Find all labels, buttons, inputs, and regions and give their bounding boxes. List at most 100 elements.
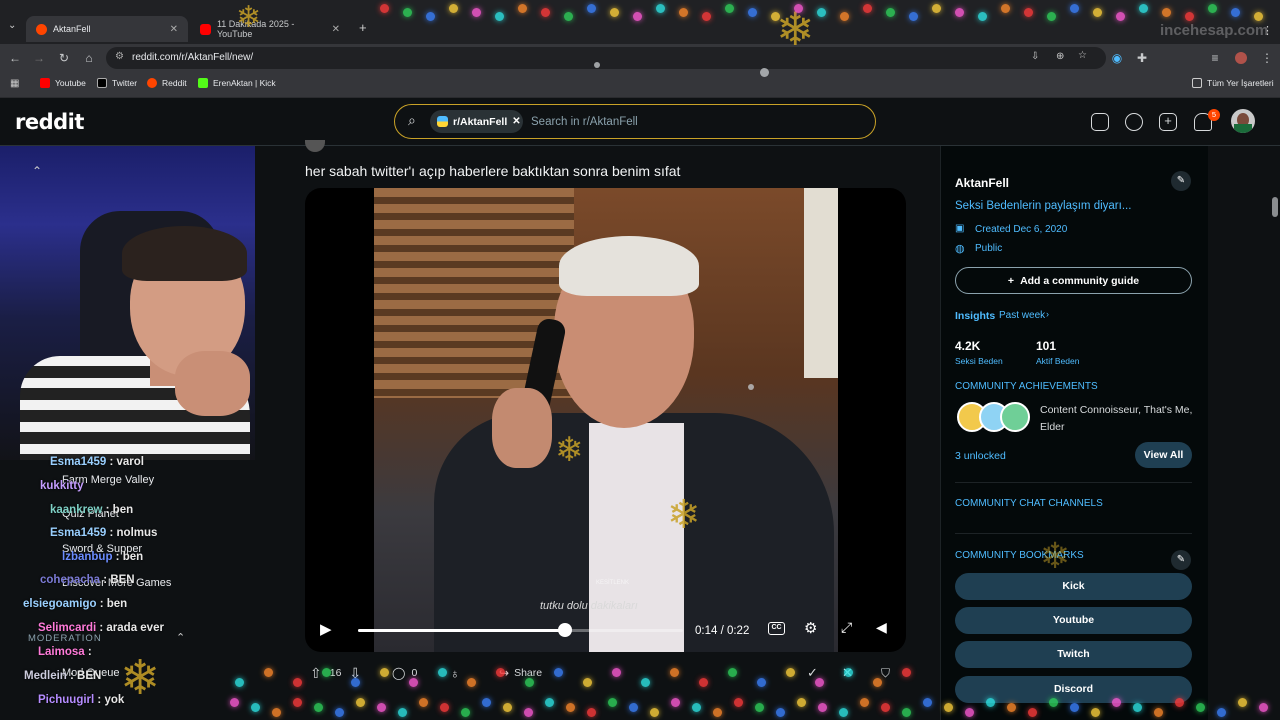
volume-icon[interactable]: ◀: [876, 619, 887, 636]
chat-user: Laimosa: [38, 646, 85, 658]
light-bulb-icon: [1231, 8, 1240, 17]
extension-icon[interactable]: ◉: [1110, 51, 1124, 65]
chat-line: cohepacha : BEN: [40, 574, 135, 586]
period-chevron-icon[interactable]: ›: [1046, 309, 1049, 319]
light-bulb-icon: [264, 668, 273, 677]
back-icon[interactable]: ←: [8, 51, 22, 65]
captions-icon[interactable]: CC: [768, 622, 785, 635]
home-icon[interactable]: ⌂: [82, 51, 96, 65]
user-avatar[interactable]: [1231, 109, 1255, 133]
award-icon[interactable]: ♁: [450, 664, 460, 682]
light-bulb-icon: [409, 678, 418, 687]
install-icon[interactable]: ⇩: [1031, 51, 1039, 62]
chat-user: Pichuugirl: [38, 694, 95, 706]
fullscreen-icon[interactable]: ⤢: [841, 619, 852, 636]
tab-aktanfell[interactable]: AktanFell ✕: [26, 16, 188, 42]
bookmark-youtube-button[interactable]: Youtube: [955, 607, 1192, 634]
light-bulb-icon: [881, 703, 890, 712]
bookmark-kick-button[interactable]: Kick: [955, 573, 1192, 600]
bookmark-star-icon[interactable]: ☆: [1078, 50, 1087, 61]
subreddit-search-chip[interactable]: r/AktanFell ✕: [430, 110, 523, 133]
profile-avatar[interactable]: [1235, 52, 1247, 64]
kick-icon: [198, 78, 208, 88]
reload-icon[interactable]: ↻: [57, 51, 71, 65]
snow-dot: [748, 384, 754, 390]
stat-active-label: Aktif Beden: [1036, 356, 1080, 366]
video-frame[interactable]: KESİTLENK: [374, 188, 838, 652]
light-bulb-icon: [554, 668, 563, 677]
tab-list-icon[interactable]: ⌄: [8, 20, 16, 31]
search-input[interactable]: Search in r/AktanFell: [531, 116, 638, 128]
chat-channels-heading[interactable]: COMMUNITY CHAT CHANNELS: [955, 498, 1103, 509]
bookmark-youtube[interactable]: Youtube: [40, 78, 86, 88]
achievement-badge-icon[interactable]: [1000, 402, 1030, 432]
chat-line: Selimcardi : arada ever: [38, 622, 164, 634]
light-bulb-icon: [1217, 708, 1226, 717]
reddit-logo[interactable]: reddit: [15, 110, 84, 134]
create-post-icon[interactable]: +: [1159, 113, 1177, 131]
address-bar[interactable]: ⚙ reddit.com/r/AktanFell/new/ ⇩ ⊕ ☆: [106, 47, 1106, 69]
moderation-heading[interactable]: MODERATION: [28, 633, 102, 644]
zoom-icon[interactable]: ⊕: [1056, 51, 1064, 62]
chat-line: kukkitty: [40, 480, 83, 492]
insights-period[interactable]: Past week: [999, 310, 1045, 321]
light-bulb-icon: [608, 698, 617, 707]
light-bulb-icon: [472, 8, 481, 17]
scrollbar-thumb[interactable]: [1272, 197, 1278, 217]
video-progress-bar[interactable]: [358, 629, 683, 632]
apps-icon[interactable]: ▦: [10, 78, 19, 89]
forward-icon[interactable]: →: [32, 51, 46, 65]
tab-youtube[interactable]: 11 Dakikada 2025 - YouTube ✕: [190, 16, 350, 42]
chat-msg: ben: [112, 504, 134, 516]
light-bulb-icon: [380, 668, 389, 677]
edit-icon[interactable]: ✎: [1171, 171, 1191, 191]
chip-clear-icon[interactable]: ✕: [512, 116, 520, 127]
light-bulb-icon: [610, 8, 619, 17]
scrollbar[interactable]: [1270, 146, 1280, 720]
bookmark-kick[interactable]: ErenAktan | Kick: [198, 78, 276, 88]
all-bookmarks[interactable]: Tüm Yer İşaretleri: [1192, 78, 1274, 88]
poster: [804, 188, 838, 378]
light-bulb-icon: [670, 668, 679, 677]
site-info-icon[interactable]: ⚙: [115, 51, 124, 62]
chat-icon[interactable]: [1125, 113, 1143, 131]
kebab-menu-icon[interactable]: ⋮: [1260, 51, 1274, 65]
bookmark-twitch-button[interactable]: Twitch: [955, 641, 1192, 668]
video-scrubber-handle[interactable]: [557, 623, 572, 637]
light-bulb-icon: [702, 12, 711, 21]
edit-bookmarks-icon[interactable]: ✎: [1171, 550, 1191, 570]
view-all-button[interactable]: View All: [1135, 442, 1192, 468]
close-tab-icon[interactable]: ✕: [332, 24, 340, 35]
share-button[interactable]: ↪ Share: [499, 664, 542, 682]
light-bulb-icon: [699, 678, 708, 687]
light-bulb-icon: [272, 708, 281, 717]
settings-icon[interactable]: ⚙: [804, 619, 817, 637]
light-bulb-icon: [1133, 703, 1142, 712]
close-tab-icon[interactable]: ✕: [170, 24, 178, 35]
unlocked-count: 3 unlocked: [955, 450, 1006, 462]
light-bulb-icon: [525, 678, 534, 687]
light-bulb-icon: [335, 708, 344, 717]
play-icon[interactable]: ▶: [320, 620, 332, 638]
mod-shield-icon[interactable]: ⛉: [881, 664, 890, 682]
upvote-icon[interactable]: ⇧: [310, 665, 322, 682]
post-title[interactable]: her sabah twitter'ı açıp haberlere baktı…: [305, 163, 680, 179]
new-tab-button[interactable]: +: [359, 20, 367, 35]
search-icon: ⌕: [408, 112, 416, 128]
bookmark-twitter[interactable]: Twitter: [97, 78, 137, 88]
insights-label[interactable]: Insights: [955, 310, 995, 322]
more-icon[interactable]: ⋮: [1262, 24, 1273, 37]
add-community-guide-button[interactable]: + Add a community guide: [955, 267, 1192, 294]
collapse-icon[interactable]: ⌃: [32, 164, 42, 178]
subreddit-icon: [437, 116, 448, 127]
bookmark-reddit[interactable]: Reddit: [147, 78, 187, 88]
bookmark-label: Reddit: [162, 78, 187, 88]
profile-menu-icon[interactable]: ≡: [1208, 51, 1222, 65]
light-bulb-icon: [786, 668, 795, 677]
light-bulb-icon: [482, 698, 491, 707]
moderation-chevron-icon[interactable]: ⌃: [176, 631, 185, 644]
post-author-avatar[interactable]: [305, 140, 325, 152]
light-bulb-icon: [293, 698, 302, 707]
puzzle-icon[interactable]: ✚: [1135, 51, 1149, 65]
advertise-icon[interactable]: [1091, 113, 1109, 131]
